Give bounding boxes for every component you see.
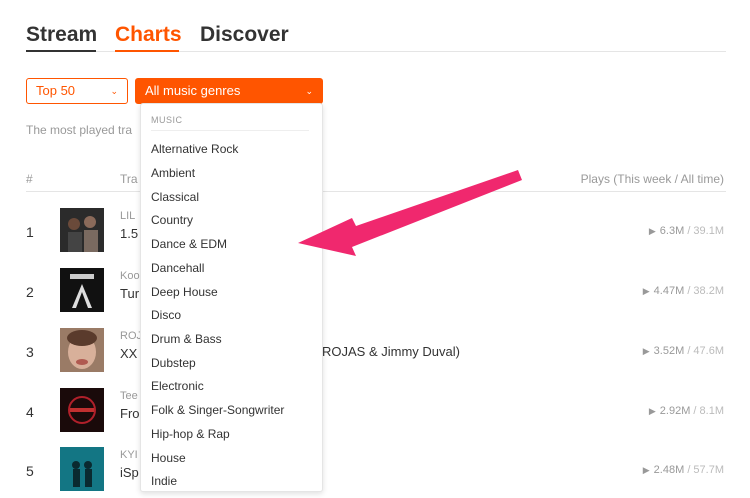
- track-artist[interactable]: KYI: [120, 449, 138, 461]
- track-artwork[interactable]: [60, 208, 104, 252]
- track-artist[interactable]: ROJ: [120, 330, 142, 342]
- tab-stream[interactable]: Stream: [26, 22, 97, 52]
- tab-bar: Stream Charts Discover: [26, 18, 726, 52]
- track-artist[interactable]: Koo: [120, 270, 140, 282]
- column-plays: Plays (This week / All time): [580, 172, 724, 186]
- chevron-down-icon: ⌄: [305, 86, 313, 96]
- track-artwork[interactable]: [60, 328, 104, 372]
- plays-week: 2.48M: [653, 464, 685, 476]
- play-icon: ▶: [648, 406, 656, 416]
- track-title[interactable]: XX: [120, 346, 137, 361]
- plays-week: 3.52M: [653, 345, 685, 357]
- genre-option[interactable]: Deep House: [151, 282, 311, 302]
- track-artist[interactable]: LIL: [120, 210, 135, 222]
- table-row[interactable]: 5 KYI iSp ▶ 2.48M / 57.7M: [26, 447, 726, 497]
- plays-week: 4.47M: [653, 285, 685, 297]
- genre-select[interactable]: All music genres ⌄: [135, 78, 323, 104]
- track-plays: ▶ 4.47M / 38.2M: [643, 285, 724, 297]
- genre-option[interactable]: Country: [151, 210, 311, 230]
- genre-option[interactable]: Classical: [151, 187, 311, 207]
- table-row[interactable]: 4 Tee Fro ▶ 2.92M / 8.1M: [26, 388, 726, 438]
- genre-option[interactable]: Disco: [151, 305, 311, 325]
- track-plays: ▶ 2.92M / 8.1M: [649, 405, 724, 417]
- plays-alltime: / 39.1M: [687, 225, 724, 237]
- genre-label: All music genres: [145, 83, 241, 98]
- tab-charts[interactable]: Charts: [115, 22, 182, 52]
- track-plays: ▶ 3.52M / 47.6M: [643, 345, 724, 357]
- genre-option[interactable]: Hip-hop & Rap: [151, 424, 311, 444]
- play-icon: ▶: [642, 286, 650, 296]
- genre-option[interactable]: Folk & Singer-Songwriter: [151, 400, 311, 420]
- genre-option[interactable]: House: [151, 448, 311, 468]
- track-title[interactable]: Fro: [120, 406, 140, 421]
- track-title[interactable]: 1.5: [120, 226, 138, 241]
- dropdown-section-label: MUSIC: [151, 115, 183, 125]
- plays-week: 6.3M: [659, 225, 685, 237]
- table-header: # Tra Plays (This week / All time): [26, 172, 726, 192]
- track-artwork[interactable]: [60, 447, 104, 491]
- chevron-down-icon: ⌄: [110, 86, 118, 96]
- genre-option[interactable]: Electronic: [151, 376, 311, 396]
- genre-option[interactable]: Indie: [151, 471, 311, 491]
- track-artist[interactable]: Tee: [120, 390, 138, 402]
- genre-option[interactable]: Dancehall: [151, 258, 311, 278]
- track-plays: ▶ 2.48M / 57.7M: [643, 464, 724, 476]
- plays-alltime: / 47.6M: [687, 345, 724, 357]
- play-icon: ▶: [642, 346, 650, 356]
- plays-alltime: / 8.1M: [693, 405, 724, 417]
- track-rank: 4: [26, 404, 34, 420]
- track-title-continued[interactable]: ROJAS & Jimmy Duval): [322, 344, 460, 359]
- plays-week: 2.92M: [659, 405, 691, 417]
- chart-description: The most played tra: [26, 123, 133, 137]
- column-rank: #: [26, 172, 33, 186]
- play-icon: ▶: [648, 226, 656, 236]
- column-track: Tra: [120, 172, 138, 186]
- genre-option[interactable]: Alternative Rock: [151, 139, 311, 159]
- dropdown-divider: [151, 130, 309, 131]
- track-rank: 5: [26, 463, 34, 479]
- table-row[interactable]: 1 LIL 1.5 ▶ 6.3M / 39.1M: [26, 208, 726, 258]
- track-title[interactable]: Tur: [120, 286, 139, 301]
- plays-alltime: / 57.7M: [687, 464, 724, 476]
- track-artwork[interactable]: [60, 388, 104, 432]
- chart-type-select[interactable]: Top 50 ⌄: [26, 78, 128, 104]
- genre-option[interactable]: Dubstep: [151, 353, 311, 373]
- chart-type-label: Top 50: [36, 83, 76, 98]
- track-rank: 1: [26, 224, 34, 240]
- play-icon: ▶: [642, 465, 650, 475]
- plays-alltime: / 38.2M: [687, 285, 724, 297]
- genre-option[interactable]: Dance & EDM: [151, 234, 311, 254]
- track-plays: ▶ 6.3M / 39.1M: [649, 225, 724, 237]
- track-artwork[interactable]: [60, 268, 104, 312]
- genre-option[interactable]: Ambient: [151, 163, 311, 183]
- table-row[interactable]: 2 Koo Tur ▶ 4.47M / 38.2M: [26, 268, 726, 318]
- track-title[interactable]: iSp: [120, 465, 139, 480]
- track-rank: 2: [26, 284, 34, 300]
- tab-discover[interactable]: Discover: [200, 22, 289, 52]
- genre-dropdown-menu[interactable]: MUSIC Alternative Rock Ambient Classical…: [140, 103, 323, 492]
- track-rank: 3: [26, 344, 34, 360]
- genre-option[interactable]: Drum & Bass: [151, 329, 311, 349]
